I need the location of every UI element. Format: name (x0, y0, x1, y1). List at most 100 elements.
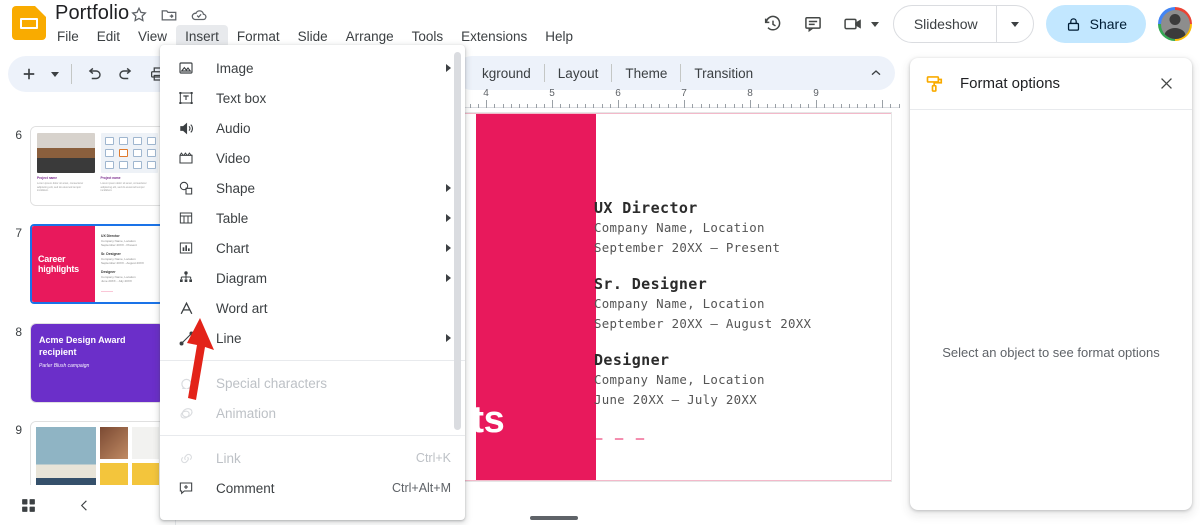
chevron-left-icon[interactable] (72, 493, 96, 517)
ruler-tick (486, 100, 487, 108)
job-dates: September 20XX – Present (594, 239, 781, 255)
menu-label: Diagram (216, 270, 268, 286)
menu-scrollbar[interactable] (454, 52, 461, 430)
menu-shortcut: Ctrl+Alt+M (391, 481, 451, 495)
slide-preview[interactable] (30, 421, 165, 485)
slideshow-button[interactable]: Slideshow (892, 5, 1034, 43)
slide-preview[interactable]: Project name Lorem ipsum dolor sit amet,… (30, 126, 165, 206)
menu-item-diagram[interactable]: Diagram (160, 263, 465, 293)
ruler-tick (477, 104, 479, 108)
menu-file[interactable]: File (48, 25, 88, 48)
ruler-label: 6 (615, 88, 621, 99)
submenu-arrow-icon (446, 214, 451, 222)
menu-item-video[interactable]: Video (160, 143, 465, 173)
thumb7-dates-1: September 20XX - Present (101, 243, 137, 248)
menu-item-table[interactable]: Table (160, 203, 465, 233)
share-label: Share (1089, 16, 1127, 32)
toolbar-divider (71, 64, 72, 84)
menu-edit[interactable]: Edit (88, 25, 129, 48)
ruler-tick (890, 104, 892, 108)
avatar[interactable] (1158, 7, 1192, 41)
comment-icon[interactable] (793, 4, 833, 44)
image-icon (176, 60, 196, 76)
job-role: Sr. Designer (594, 275, 708, 293)
menu-item-shape[interactable]: Shape (160, 173, 465, 203)
menu-extensions[interactable]: Extensions (452, 25, 536, 48)
slides-icon (12, 6, 46, 40)
paint-roller-icon (924, 73, 946, 95)
slide-number: 7 (15, 226, 22, 240)
thumb8-subtitle: Parler Blush campaign (39, 363, 90, 369)
star-icon[interactable] (130, 6, 150, 26)
slide-experience-list[interactable]: UX Director Company Name, Location Septe… (594, 198, 879, 447)
document-title[interactable]: Portfolio (55, 2, 129, 25)
move-to-folder-icon[interactable] (160, 6, 180, 26)
ruler-tick (618, 100, 619, 108)
ruler-tick (675, 104, 677, 108)
menu-item-chart[interactable]: Chart (160, 233, 465, 263)
menu-help[interactable]: Help (536, 25, 582, 48)
menu-item-comment[interactable]: Comment Ctrl+Alt+M (160, 473, 465, 503)
share-button[interactable]: Share (1045, 5, 1146, 43)
plus-icon[interactable] (14, 59, 44, 89)
meet-dropdown-icon[interactable] (867, 4, 883, 44)
top-bar: Portfolio File Edit View Insert Format S… (0, 0, 1200, 48)
slideshow-label: Slideshow (913, 16, 978, 32)
ruler-tick (898, 104, 900, 108)
horizontal-scrollbar[interactable] (530, 516, 578, 520)
thumbnail-slide-9[interactable]: 9 (0, 421, 165, 485)
slide-preview[interactable]: Acme Design Award recipient Parler Blush… (30, 323, 165, 403)
ruler-tick (717, 104, 718, 108)
ruler-label: 7 (681, 88, 687, 99)
ruler-tick (684, 100, 685, 108)
slide-toolbar: kground Layout Theme Transition (455, 56, 895, 90)
slide-number: 6 (15, 128, 22, 142)
slideshow-dropdown-icon[interactable] (997, 6, 1033, 42)
menu-item-text-box[interactable]: Text box (160, 83, 465, 113)
thumbnail-slide-7[interactable]: 7 Career highlights UX Director Company … (0, 224, 165, 304)
ruler-tick (799, 104, 801, 108)
undo-icon[interactable] (79, 59, 109, 89)
ruler-tick (502, 104, 504, 108)
thumb7-dates-2: September 20XX - August 20XX (101, 261, 144, 266)
thumbnail-slide-6[interactable]: 6 Project name Lorem ipsum dolor sit ame… (0, 126, 165, 206)
slide-preview-selected[interactable]: Career highlights UX Director Company Na… (30, 224, 165, 304)
job-entry: UX Director Company Name, Location Septe… (594, 198, 879, 257)
version-history-icon[interactable] (753, 4, 793, 44)
audio-icon (176, 120, 196, 137)
menu-item-audio[interactable]: Audio (160, 113, 465, 143)
thumbnail-slide-8[interactable]: 8 Acme Design Award recipient Parler Blu… (0, 323, 165, 403)
layout-button[interactable]: Layout (545, 66, 612, 81)
menu-item-animation[interactable]: Animation (160, 398, 465, 428)
ruler-tick (469, 104, 471, 108)
shape-icon (176, 180, 196, 196)
insert-dropdown-menu[interactable]: Image Text box Audio Video Shape Table C… (160, 45, 465, 520)
menu-item-link[interactable]: Link Ctrl+K (160, 443, 465, 473)
background-button[interactable]: kground (469, 66, 544, 81)
thumb6-caption-1: Project name (37, 176, 58, 180)
redo-icon[interactable] (111, 59, 141, 89)
current-slide[interactable]: ghts UX Director Company Name, Location … (456, 113, 891, 481)
ruler-tick (667, 104, 669, 108)
cloud-saved-icon[interactable] (190, 6, 210, 26)
theme-button[interactable]: Theme (612, 66, 680, 81)
slide-thumbnail-panel[interactable]: 6 Project name Lorem ipsum dolor sit ame… (0, 100, 175, 485)
chevron-up-icon[interactable] (861, 58, 891, 88)
menu-item-image[interactable]: Image (160, 53, 465, 83)
submenu-arrow-icon (446, 184, 451, 192)
grid-view-icon[interactable] (16, 493, 40, 517)
transition-button[interactable]: Transition (681, 66, 766, 81)
ruler-tick (626, 104, 628, 108)
ruler-tick (708, 104, 710, 108)
ruler-tick (832, 104, 834, 108)
chevron-down-icon[interactable] (46, 59, 64, 89)
slide-canvas[interactable]: ghts UX Director Company Name, Location … (455, 112, 892, 482)
ruler-tick (535, 104, 537, 108)
slide-number: 8 (15, 325, 22, 339)
job-entry: Sr. Designer Company Name, Location Sept… (594, 274, 879, 333)
ruler-tick (816, 100, 817, 108)
ruler-label: 9 (813, 88, 819, 99)
ruler-tick (659, 104, 661, 108)
close-icon[interactable] (1152, 70, 1180, 98)
comment-plus-icon (176, 480, 196, 496)
